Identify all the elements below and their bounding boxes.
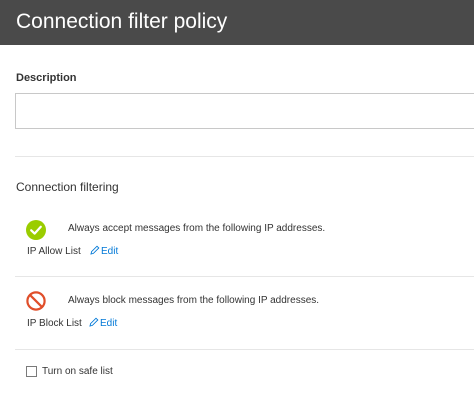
edit-label: Edit (101, 246, 119, 257)
ip-allow-list-label: IP Allow List (27, 246, 81, 257)
page-title: Connection filter policy (16, 10, 228, 33)
edit-label: Edit (100, 318, 118, 329)
blocked-icon (26, 291, 46, 311)
block-rule-text: Always block messages from the following… (68, 295, 320, 306)
description-label: Description (16, 72, 77, 84)
safe-list-option[interactable]: Turn on safe list (26, 366, 113, 377)
divider (15, 156, 474, 157)
safe-list-checkbox[interactable] (26, 366, 37, 377)
connection-filtering-title: Connection filtering (16, 180, 119, 194)
header-bar: Connection filter policy (0, 0, 474, 45)
divider (15, 349, 474, 350)
safe-list-label: Turn on safe list (42, 366, 113, 377)
description-input[interactable] (15, 93, 474, 129)
ip-block-list-label: IP Block List (27, 318, 82, 329)
ip-block-list-edit-link[interactable]: Edit (89, 317, 117, 330)
checkmark-circle-icon (26, 220, 46, 240)
pencil-icon (90, 245, 101, 258)
pencil-icon (89, 317, 100, 330)
divider (15, 276, 474, 277)
allow-rule-text: Always accept messages from the followin… (68, 223, 326, 234)
ip-allow-list-edit-link[interactable]: Edit (90, 245, 118, 258)
